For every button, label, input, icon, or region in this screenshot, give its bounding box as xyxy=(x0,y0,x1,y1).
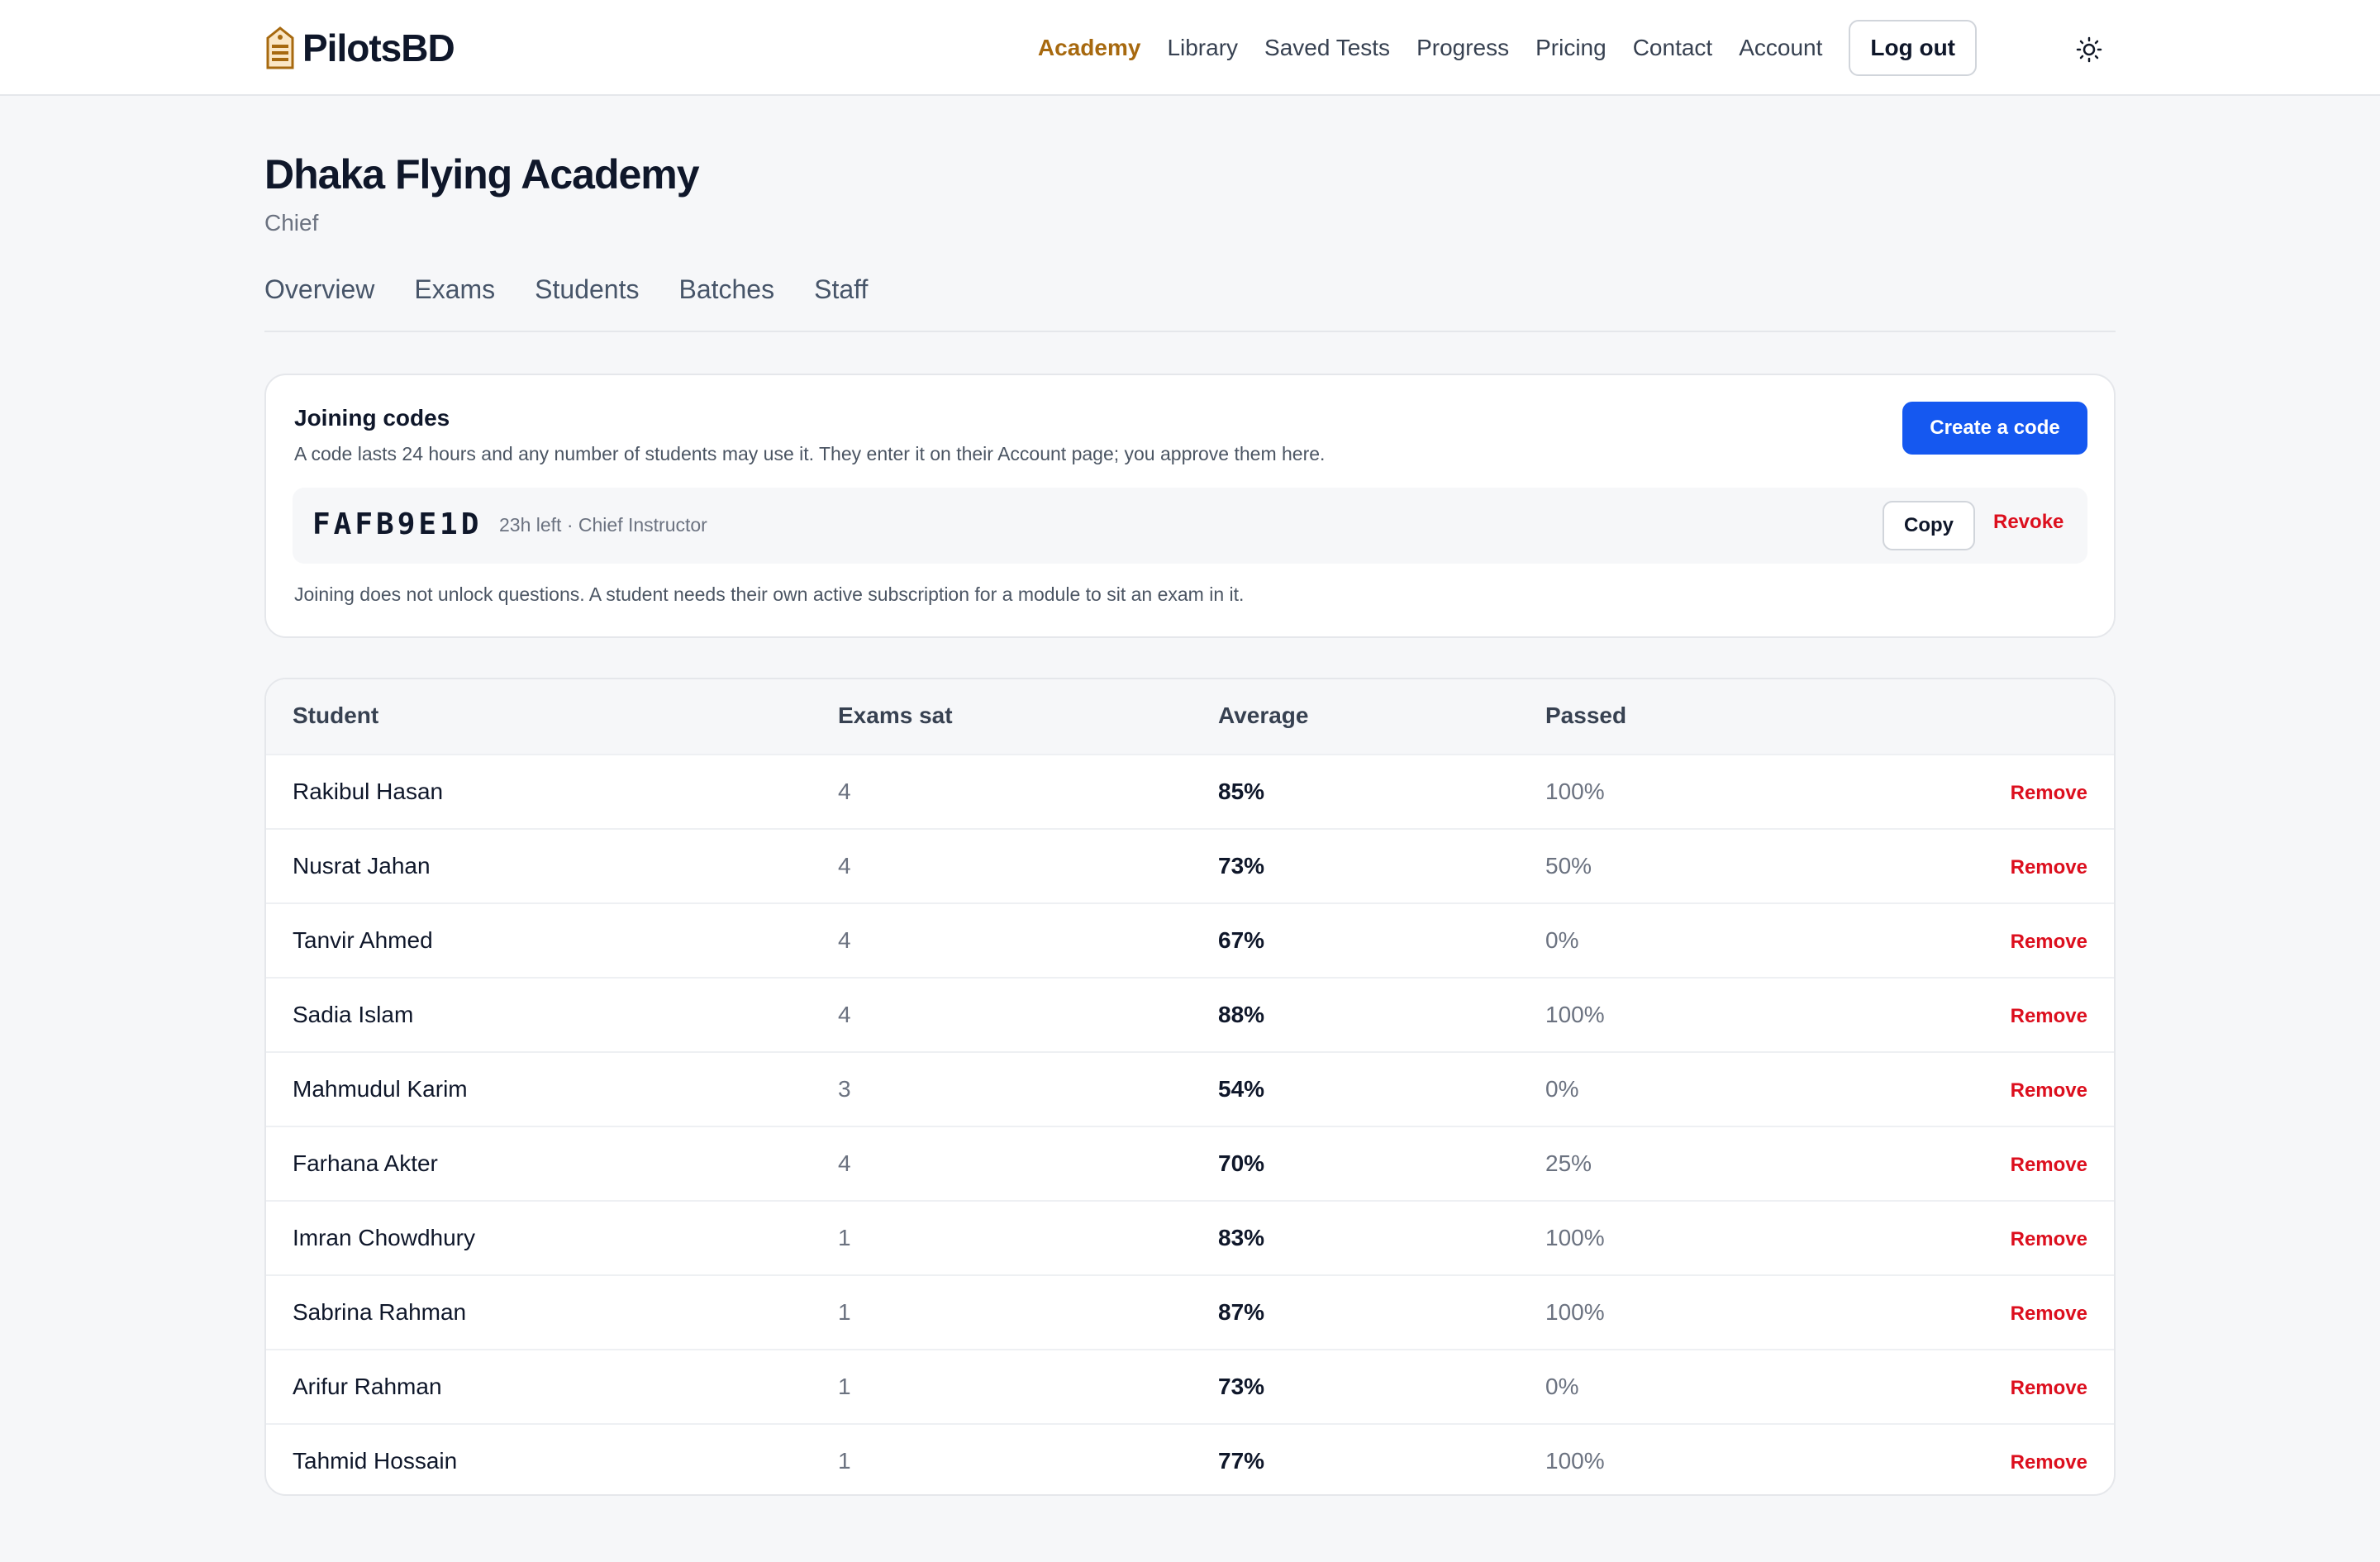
joining-codes-title: Joining codes xyxy=(294,405,450,431)
brand-logo[interactable]: PilotsBD xyxy=(264,23,455,73)
table-header: Student Exams sat Average Passed xyxy=(266,679,2114,754)
remove-student-button[interactable]: Remove xyxy=(2011,931,2087,954)
main-nav: Academy Library Saved Tests Progress Pri… xyxy=(1038,20,1977,76)
column-header-average: Average xyxy=(1218,702,1309,728)
tab-students[interactable]: Students xyxy=(535,273,639,331)
nav-academy[interactable]: Academy xyxy=(1038,35,1141,61)
joining-code-row: FAFB9E1D 23h left · Chief Instructor Cop… xyxy=(293,488,2087,564)
sun-icon xyxy=(2076,36,2102,63)
average-score: 85% xyxy=(1218,779,1265,804)
remove-student-button[interactable]: Remove xyxy=(2011,1005,2087,1028)
average-score: 54% xyxy=(1218,1076,1265,1102)
pass-rate: 100% xyxy=(1545,779,1605,804)
tab-staff[interactable]: Staff xyxy=(814,273,868,331)
average-score: 87% xyxy=(1218,1299,1265,1325)
column-header-student: Student xyxy=(293,702,379,728)
role-subtitle: Chief xyxy=(264,210,319,236)
create-code-button[interactable]: Create a code xyxy=(1902,402,2087,455)
table-row: Farhana Akter 4 70% 25% Remove xyxy=(266,1126,2114,1200)
copy-code-button[interactable]: Copy xyxy=(1883,501,1975,550)
remove-student-button[interactable]: Remove xyxy=(2011,1154,2087,1177)
exams-sat: 1 xyxy=(838,1225,851,1250)
logout-button[interactable]: Log out xyxy=(1849,20,1977,76)
average-score: 88% xyxy=(1218,1002,1265,1027)
nav-progress[interactable]: Progress xyxy=(1416,35,1509,61)
top-navigation-bar: PilotsBD Academy Library Saved Tests Pro… xyxy=(0,0,2380,96)
nav-pricing[interactable]: Pricing xyxy=(1535,35,1606,61)
remove-student-button[interactable]: Remove xyxy=(2011,1377,2087,1400)
joining-code-value: FAFB9E1D xyxy=(312,507,483,541)
joining-codes-note: Joining does not unlock questions. A stu… xyxy=(294,583,1245,605)
exams-sat: 3 xyxy=(838,1076,851,1102)
table-row: Arifur Rahman 1 73% 0% Remove xyxy=(266,1349,2114,1423)
pass-rate: 0% xyxy=(1545,1076,1579,1102)
nav-saved-tests[interactable]: Saved Tests xyxy=(1264,35,1390,61)
exams-sat: 4 xyxy=(838,1150,851,1176)
tab-exams[interactable]: Exams xyxy=(414,273,495,331)
exams-sat: 4 xyxy=(838,779,851,804)
academy-building-icon xyxy=(266,26,294,69)
exams-sat: 1 xyxy=(838,1374,851,1399)
academy-tabs: Overview Exams Students Batches Staff xyxy=(264,273,2116,332)
remove-student-button[interactable]: Remove xyxy=(2011,1302,2087,1326)
nav-library[interactable]: Library xyxy=(1167,35,1238,61)
pass-rate: 100% xyxy=(1545,1299,1605,1325)
student-name: Farhana Akter xyxy=(293,1150,438,1176)
joining-codes-card: Joining codes A code lasts 24 hours and … xyxy=(264,374,2116,638)
pass-rate: 100% xyxy=(1545,1002,1605,1027)
table-row: Mahmudul Karim 3 54% 0% Remove xyxy=(266,1051,2114,1126)
column-header-passed: Passed xyxy=(1545,702,1627,728)
student-name: Imran Chowdhury xyxy=(293,1225,475,1250)
remove-student-button[interactable]: Remove xyxy=(2011,1451,2087,1474)
table-row: Tahmid Hossain 1 77% 100% Remove xyxy=(266,1423,2114,1494)
table-row: Rakibul Hasan 4 85% 100% Remove xyxy=(266,754,2114,828)
average-score: 67% xyxy=(1218,927,1265,953)
student-name: Nusrat Jahan xyxy=(293,853,431,879)
tab-batches[interactable]: Batches xyxy=(678,273,774,331)
average-score: 73% xyxy=(1218,1374,1265,1399)
page-title: Dhaka Flying Academy xyxy=(264,151,700,198)
student-name: Sabrina Rahman xyxy=(293,1299,467,1325)
exams-sat: 1 xyxy=(838,1448,851,1474)
average-score: 70% xyxy=(1218,1150,1265,1176)
table-row: Nusrat Jahan 4 73% 50% Remove xyxy=(266,828,2114,902)
pass-rate: 50% xyxy=(1545,853,1592,879)
nav-account[interactable]: Account xyxy=(1739,35,1822,61)
revoke-code-button[interactable]: Revoke xyxy=(1993,511,2063,534)
average-score: 83% xyxy=(1218,1225,1265,1250)
pass-rate: 100% xyxy=(1545,1448,1605,1474)
nav-contact[interactable]: Contact xyxy=(1633,35,1713,61)
remove-student-button[interactable]: Remove xyxy=(2011,782,2087,805)
average-score: 73% xyxy=(1218,853,1265,879)
exams-sat: 4 xyxy=(838,1002,851,1027)
table-row: Sadia Islam 4 88% 100% Remove xyxy=(266,977,2114,1051)
average-score: 77% xyxy=(1218,1448,1265,1474)
theme-toggle[interactable] xyxy=(2073,33,2106,66)
student-name: Arifur Rahman xyxy=(293,1374,442,1399)
exams-sat: 4 xyxy=(838,853,851,879)
exams-sat: 4 xyxy=(838,927,851,953)
brand-name: PilotsBD xyxy=(302,26,455,69)
student-name: Sadia Islam xyxy=(293,1002,414,1027)
student-name: Rakibul Hasan xyxy=(293,779,444,804)
pass-rate: 25% xyxy=(1545,1150,1592,1176)
table-row: Tanvir Ahmed 4 67% 0% Remove xyxy=(266,902,2114,977)
joining-code-meta: 23h left · Chief Instructor xyxy=(499,514,707,536)
student-name: Tanvir Ahmed xyxy=(293,927,433,953)
tab-overview[interactable]: Overview xyxy=(264,273,374,331)
remove-student-button[interactable]: Remove xyxy=(2011,1228,2087,1251)
table-row: Sabrina Rahman 1 87% 100% Remove xyxy=(266,1274,2114,1349)
student-name: Mahmudul Karim xyxy=(293,1076,468,1102)
students-table: Student Exams sat Average Passed Rakibul… xyxy=(264,678,2116,1496)
pass-rate: 100% xyxy=(1545,1225,1605,1250)
pass-rate: 0% xyxy=(1545,927,1579,953)
exams-sat: 1 xyxy=(838,1299,851,1325)
student-name: Tahmid Hossain xyxy=(293,1448,458,1474)
remove-student-button[interactable]: Remove xyxy=(2011,856,2087,879)
table-row: Imran Chowdhury 1 83% 100% Remove xyxy=(266,1200,2114,1274)
pass-rate: 0% xyxy=(1545,1374,1579,1399)
column-header-exams-sat: Exams sat xyxy=(838,702,953,728)
joining-codes-description: A code lasts 24 hours and any number of … xyxy=(294,443,1326,464)
remove-student-button[interactable]: Remove xyxy=(2011,1079,2087,1102)
